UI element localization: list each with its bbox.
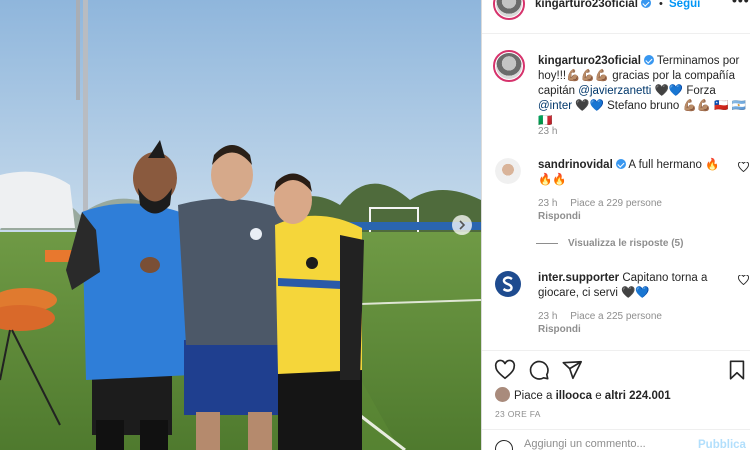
liker-avatar xyxy=(495,387,510,402)
caption-body-2: 🖤💙 Forza xyxy=(651,85,716,97)
comment-text: sandrinovidal A full hermano 🔥🔥🔥 xyxy=(538,158,733,188)
caption-author-avatar[interactable] xyxy=(493,50,525,82)
post-actions: Piace a illooca e altri 224.001 23 ORE F… xyxy=(482,350,750,450)
comment-meta: 23 h Piace a 225 persone Rispondi xyxy=(538,311,672,335)
comment-likes[interactable]: Piace a 229 persone xyxy=(570,198,662,209)
next-photo-button[interactable] xyxy=(452,215,472,235)
comment-icon[interactable] xyxy=(528,359,550,381)
comment-input[interactable] xyxy=(524,438,684,450)
verified-badge-icon xyxy=(615,159,626,169)
verified-badge-icon xyxy=(640,0,651,8)
likes-summary[interactable]: Piace a illooca e altri 224.001 xyxy=(495,387,671,402)
mention-inter[interactable]: @inter xyxy=(538,100,572,112)
add-comment-bar: Pubblica xyxy=(482,429,750,450)
profile-photo-icon[interactable] xyxy=(495,158,521,184)
comment-text: inter.supporter Capitano torna a giocare… xyxy=(538,271,733,301)
author-username[interactable]: kingarturo23oficial xyxy=(535,0,651,10)
view-replies-button[interactable]: Visualizza le risposte (5) xyxy=(536,238,683,249)
s-logo-glyph xyxy=(502,276,513,292)
caption-username[interactable]: kingarturo23oficial xyxy=(538,55,641,67)
reply-button[interactable]: Rispondi xyxy=(538,211,662,222)
mention-javierzanetti[interactable]: @javierzanetti xyxy=(578,85,651,97)
comment-username[interactable]: inter.supporter xyxy=(538,272,619,284)
divider-line xyxy=(536,242,558,244)
follow-button[interactable]: Segui xyxy=(669,0,700,10)
comment-likes[interactable]: Piace a 225 persone xyxy=(570,311,662,322)
comment-time: 23 h xyxy=(538,198,558,209)
post-photo[interactable] xyxy=(0,0,481,450)
comment-time: 23 h xyxy=(538,311,558,322)
heart-icon[interactable] xyxy=(738,162,749,172)
chevron-right-icon xyxy=(459,220,466,230)
post-timestamp: 23 ORE FA xyxy=(495,409,541,419)
post-header: kingarturo23oficial • Segui ••• xyxy=(482,0,750,34)
more-options-button[interactable]: ••• xyxy=(732,0,750,8)
verified-badge-icon xyxy=(643,55,654,65)
publish-button[interactable]: Pubblica xyxy=(698,439,746,450)
author-avatar[interactable] xyxy=(493,0,525,20)
separator-dot: • xyxy=(659,0,663,10)
caption-text: kingarturo23oficial Terminamos por hoy!!… xyxy=(538,54,748,129)
comment-meta: 23 h Piace a 229 persone Rispondi xyxy=(538,198,672,222)
training-photo xyxy=(0,0,481,450)
emoji-icon[interactable] xyxy=(495,440,513,450)
bookmark-icon[interactable] xyxy=(726,359,748,381)
share-icon[interactable] xyxy=(561,359,583,381)
heart-icon[interactable] xyxy=(494,359,516,381)
reply-button[interactable]: Rispondi xyxy=(538,324,662,335)
likes-count[interactable]: altri 224.001 xyxy=(605,390,671,402)
caption-time: 23 h xyxy=(538,126,558,137)
post-panel: kingarturo23oficial • Segui ••• kingartu… xyxy=(481,0,750,450)
s-logo-icon[interactable] xyxy=(495,271,521,297)
liker-username[interactable]: illooca xyxy=(556,390,592,402)
comment-username[interactable]: sandrinovidal xyxy=(538,159,613,171)
heart-icon[interactable] xyxy=(738,275,749,285)
